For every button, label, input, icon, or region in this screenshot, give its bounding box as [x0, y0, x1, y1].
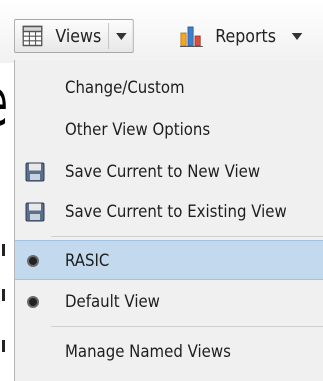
- views-button-divider: [108, 23, 110, 49]
- chevron-down-icon[interactable]: [116, 33, 127, 40]
- background-edge-mark: [2, 289, 5, 301]
- menu-separator: [51, 326, 323, 327]
- background-partial-text: e: [0, 72, 8, 136]
- views-button[interactable]: Views: [14, 19, 134, 53]
- toolbar: Views Reports: [0, 0, 323, 63]
- menu-item-label: Manage Named Views: [65, 342, 231, 362]
- chevron-down-icon[interactable]: [291, 32, 303, 40]
- views-dropdown-menu: Change/Custom Other View Options Save Cu…: [14, 60, 323, 381]
- background-edge-mark: [2, 340, 5, 352]
- reports-button[interactable]: Reports: [180, 19, 308, 53]
- grid-view-icon: [22, 25, 43, 47]
- menu-item-label: Change/Custom: [65, 78, 185, 98]
- floppy-disk-icon: [25, 162, 45, 182]
- floppy-disk-icon: [25, 202, 45, 222]
- bar-chart-icon: [180, 26, 203, 47]
- menu-item-label: Other View Options: [65, 120, 211, 140]
- menu-item-default-view[interactable]: Default View: [15, 282, 323, 322]
- menu-item-other-view-options[interactable]: Other View Options: [15, 110, 323, 150]
- menu-item-label: Save Current to New View: [65, 162, 261, 182]
- menu-separator: [51, 236, 323, 237]
- radio-dot-icon: [27, 296, 39, 308]
- reports-button-label: Reports: [215, 25, 276, 47]
- menu-item-label: RASIC: [65, 251, 110, 271]
- menu-item-label: Save Current to Existing View: [65, 202, 287, 222]
- radio-dot-icon: [27, 255, 39, 267]
- menu-item-label: Default View: [65, 292, 160, 312]
- background-edge-mark: [2, 244, 5, 256]
- menu-item-change-custom[interactable]: Change/Custom: [15, 68, 323, 108]
- views-button-label: Views: [55, 25, 102, 47]
- menu-item-rasic[interactable]: RASIC: [15, 240, 323, 280]
- menu-item-manage-named-views[interactable]: Manage Named Views: [15, 332, 323, 372]
- menu-item-save-current-new-view[interactable]: Save Current to New View: [15, 152, 323, 192]
- menu-item-save-current-existing-view[interactable]: Save Current to Existing View: [15, 192, 323, 232]
